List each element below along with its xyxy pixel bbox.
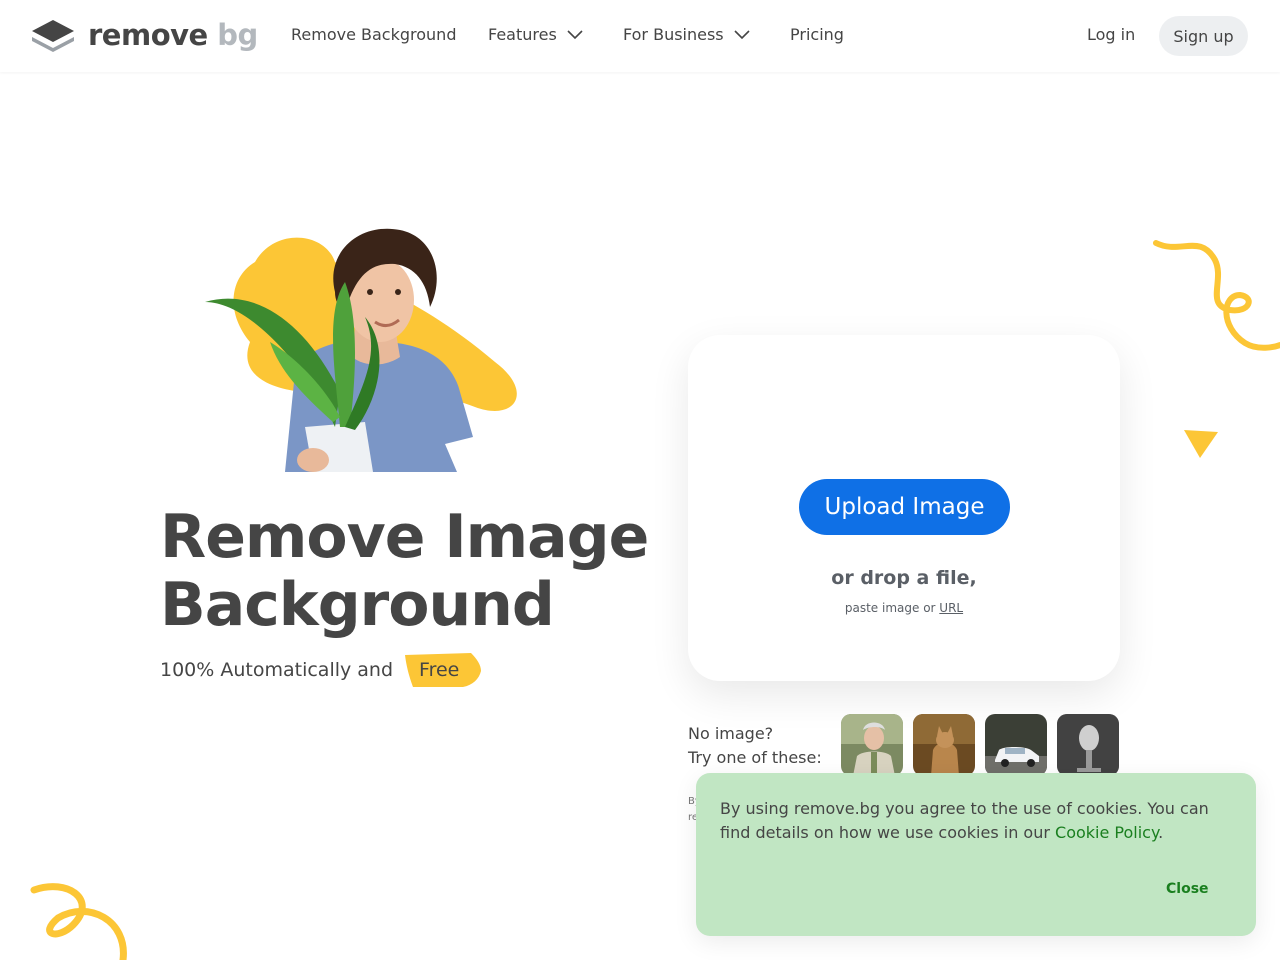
top-header: remove bg Remove Background Features For… <box>0 0 1280 72</box>
sample-microphone-image <box>1057 714 1119 776</box>
site-logo[interactable]: remove bg <box>30 18 258 52</box>
yellow-curl-decoration-icon <box>30 883 127 960</box>
cookie-close-button[interactable]: Close <box>1166 881 1209 897</box>
hero-title: Remove Image Background <box>160 503 680 639</box>
free-badge-label: Free <box>419 659 460 681</box>
cookie-consent-banner: By using remove.bg you agree to the use … <box>696 773 1256 936</box>
chevron-down-icon <box>567 29 583 39</box>
cookie-policy-link[interactable]: Cookie Policy <box>1055 823 1158 842</box>
yellow-squiggle-decoration-icon <box>1153 240 1280 351</box>
nav-for-business[interactable]: For Business <box>623 25 750 44</box>
sample-prompt-line1: No image? <box>688 724 774 743</box>
layers-logo-icon <box>32 20 74 52</box>
logo-word-remove: remove <box>88 18 208 52</box>
sample-thumb-person[interactable] <box>841 714 903 776</box>
paste-hint: paste image or URL <box>688 601 1120 615</box>
nav-remove-background[interactable]: Remove Background <box>291 25 456 44</box>
sample-thumb-car[interactable] <box>985 714 1047 776</box>
hero-title-line1: Remove Image <box>160 502 649 572</box>
sample-thumb-cat[interactable] <box>913 714 975 776</box>
hero-subtitle-text: 100% Automatically and <box>160 659 394 681</box>
sample-cat-image <box>913 714 975 776</box>
nav-label: Features <box>488 25 557 44</box>
nav-label: Pricing <box>790 25 844 44</box>
sample-images-prompt: No image? Try one of these: <box>688 722 822 770</box>
hero-title-line2: Background <box>160 570 555 640</box>
hero-subtitle: 100% Automatically and Free <box>160 653 482 687</box>
sample-thumb-microphone[interactable] <box>1057 714 1119 776</box>
upload-dropzone[interactable]: Upload Image or drop a file, paste image… <box>688 335 1120 681</box>
hero-person-with-plant-image <box>205 228 517 472</box>
nav-label: For Business <box>623 25 724 44</box>
signup-button[interactable]: Sign up <box>1159 16 1248 56</box>
paste-hint-text: paste image or <box>844 601 936 615</box>
nav-label: Remove Background <box>291 25 457 44</box>
logo-word-bg: bg <box>217 18 258 52</box>
sample-prompt-line2: Try one of these: <box>688 748 822 767</box>
url-link[interactable]: URL <box>939 601 963 615</box>
sample-person-image <box>841 714 903 776</box>
logo-wordmark: remove bg <box>88 18 258 52</box>
chevron-down-icon <box>734 29 750 39</box>
nav-features[interactable]: Features <box>488 25 583 44</box>
login-link[interactable]: Log in <box>1087 25 1135 44</box>
cookie-message: By using remove.bg you agree to the use … <box>720 797 1240 845</box>
nav-pricing[interactable]: Pricing <box>790 25 844 44</box>
upload-image-button[interactable]: Upload Image <box>799 479 1010 535</box>
cookie-period: . <box>1158 823 1164 842</box>
drop-file-text: or drop a file, <box>831 567 977 589</box>
sample-car-image <box>985 714 1047 776</box>
yellow-triangle-decoration-icon <box>1184 430 1218 458</box>
free-badge: Free <box>403 653 482 687</box>
